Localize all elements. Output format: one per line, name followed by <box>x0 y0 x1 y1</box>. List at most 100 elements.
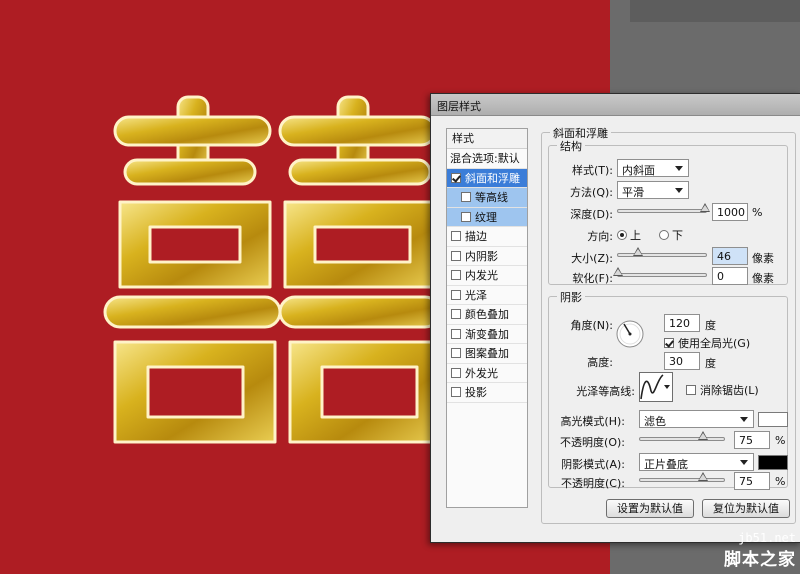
altitude-input[interactable]: 30 <box>664 352 700 370</box>
soften-input[interactable]: 0 <box>712 267 748 285</box>
shadow-mode-value: 正片叠底 <box>644 458 688 471</box>
style-item-stroke[interactable]: 描边 <box>447 227 527 247</box>
style-item-label: 斜面和浮雕 <box>465 171 520 185</box>
pattern-overlay-checkbox[interactable] <box>451 348 461 358</box>
chevron-down-icon <box>675 166 683 171</box>
shadow-opacity-input[interactable]: 75 <box>734 472 770 490</box>
highlight-mode-label: 高光模式(H): <box>560 415 625 428</box>
size-slider-thumb[interactable] <box>633 247 644 256</box>
contour-checkbox[interactable] <box>461 192 471 202</box>
angle-input[interactable]: 120 <box>664 314 700 332</box>
highlight-opacity-slider[interactable] <box>639 431 725 441</box>
technique-label: 方法(Q): <box>570 186 613 199</box>
highlight-color-swatch[interactable] <box>758 412 788 427</box>
dialog-title[interactable]: 图层样式 <box>431 94 800 116</box>
texture-checkbox[interactable] <box>461 211 471 222</box>
size-unit: 像素 <box>752 252 774 265</box>
angle-unit: 度 <box>705 319 716 332</box>
highlight-mode-select[interactable]: 滤色 <box>639 410 754 428</box>
angle-dial-icon[interactable] <box>615 319 645 349</box>
style-item-color-overlay[interactable]: 颜色叠加 <box>447 305 527 325</box>
global-light-label: 使用全局光(G) <box>678 337 751 350</box>
shadow-mode-label: 阴影模式(A): <box>561 458 625 471</box>
style-item-drop-shadow[interactable]: 投影 <box>447 383 527 403</box>
highlight-opacity-input[interactable]: 75 <box>734 431 770 449</box>
style-item-bevel-emboss[interactable]: 斜面和浮雕 <box>447 168 527 188</box>
style-item-label: 渐变叠加 <box>465 327 509 341</box>
chevron-down-icon <box>740 460 748 465</box>
style-item-inner-glow[interactable]: 内发光 <box>447 266 527 286</box>
panel-strip <box>630 0 800 22</box>
technique-select[interactable]: 平滑 <box>617 181 689 199</box>
direction-up-option[interactable]: 上 <box>617 227 641 243</box>
anti-alias-option[interactable]: 消除锯齿(L) <box>686 382 759 398</box>
technique-value: 平滑 <box>622 186 644 199</box>
bevel-checkbox[interactable] <box>451 172 461 183</box>
shadow-opacity-label: 不透明度(C): <box>561 477 625 490</box>
shadow-mode-select[interactable]: 正片叠底 <box>639 453 754 471</box>
gloss-contour-picker[interactable] <box>639 372 673 402</box>
style-item-label: 内发光 <box>465 269 498 282</box>
highlight-opacity-thumb[interactable] <box>698 431 708 440</box>
soften-slider[interactable] <box>613 267 707 277</box>
color-overlay-checkbox[interactable] <box>451 309 461 319</box>
style-item-label: 颜色叠加 <box>465 308 509 321</box>
style-item-inner-shadow[interactable]: 内阴影 <box>447 247 527 266</box>
chevron-down-icon <box>664 385 670 389</box>
shadow-opacity-slider[interactable] <box>639 472 725 482</box>
style-item-gradient-overlay[interactable]: 渐变叠加 <box>447 325 527 344</box>
global-light-checkbox[interactable] <box>664 338 674 348</box>
soften-label: 软化(F): <box>572 272 613 285</box>
direction-label: 方向: <box>587 230 613 243</box>
depth-label: 深度(D): <box>570 208 613 221</box>
size-label: 大小(Z): <box>571 252 613 265</box>
style-item-satin[interactable]: 光泽 <box>447 286 527 305</box>
drop-shadow-checkbox[interactable] <box>451 387 461 397</box>
style-item-pattern-overlay[interactable]: 图案叠加 <box>447 344 527 364</box>
shadow-opacity-unit: % <box>775 475 786 488</box>
size-slider[interactable] <box>617 247 707 257</box>
bevel-style-select[interactable]: 内斜面 <box>617 159 689 177</box>
depth-input[interactable]: 1000 <box>712 203 748 221</box>
chevron-down-icon <box>740 417 748 422</box>
structure-group: 结构 样式(T): 内斜面 方法(Q): 平滑 深度(D): 1000 % 方向… <box>548 138 788 285</box>
highlight-mode-value: 滤色 <box>644 415 666 428</box>
stroke-checkbox[interactable] <box>451 231 461 241</box>
inner-shadow-checkbox[interactable] <box>451 250 461 261</box>
anti-alias-label: 消除锯齿(L) <box>700 384 759 397</box>
bevel-emboss-group: 斜面和浮雕 结构 样式(T): 内斜面 方法(Q): 平滑 深度(D): 100… <box>541 125 796 524</box>
outer-glow-checkbox[interactable] <box>451 367 461 378</box>
shading-title: 阴影 <box>557 289 585 305</box>
anti-alias-checkbox[interactable] <box>686 385 696 395</box>
global-light-option[interactable]: 使用全局光(G) <box>664 335 750 351</box>
style-item-label: 光泽 <box>465 288 487 302</box>
shadow-opacity-thumb[interactable] <box>698 472 708 481</box>
highlight-opacity-unit: % <box>775 434 786 447</box>
inner-glow-checkbox[interactable] <box>451 270 461 280</box>
direction-up-radio[interactable] <box>617 230 627 240</box>
style-item-label: 描边 <box>465 230 487 243</box>
style-item-label: 外发光 <box>465 366 498 380</box>
size-input[interactable]: 46 <box>712 247 748 265</box>
depth-slider[interactable] <box>617 203 711 213</box>
depth-slider-thumb[interactable] <box>700 203 711 212</box>
angle-label: 角度(N): <box>570 319 613 332</box>
direction-down-option[interactable]: 下 <box>659 227 683 243</box>
style-item-outer-glow[interactable]: 外发光 <box>447 364 527 383</box>
style-item-texture[interactable]: 纹理 <box>447 207 527 227</box>
style-item-contour[interactable]: 等高线 <box>447 188 527 208</box>
soften-slider-thumb[interactable] <box>613 267 623 276</box>
direction-down-radio[interactable] <box>659 230 669 240</box>
style-item-label: 纹理 <box>475 210 497 224</box>
reset-default-button[interactable]: 复位为默认值 <box>702 499 790 518</box>
structure-title: 结构 <box>557 138 585 154</box>
satin-checkbox[interactable] <box>451 289 461 300</box>
gradient-overlay-checkbox[interactable] <box>451 328 461 339</box>
style-item-label: 图案叠加 <box>465 347 509 360</box>
styles-list: 样式 混合选项:默认 斜面和浮雕 等高线 纹理 描边 内阴影 内发光 光泽 颜色… <box>446 128 528 508</box>
make-default-button[interactable]: 设置为默认值 <box>606 499 694 518</box>
styles-header[interactable]: 样式 <box>447 129 527 149</box>
shadow-color-swatch[interactable] <box>758 455 788 470</box>
direction-up-label: 上 <box>630 229 641 242</box>
blend-options-item[interactable]: 混合选项:默认 <box>447 149 527 169</box>
